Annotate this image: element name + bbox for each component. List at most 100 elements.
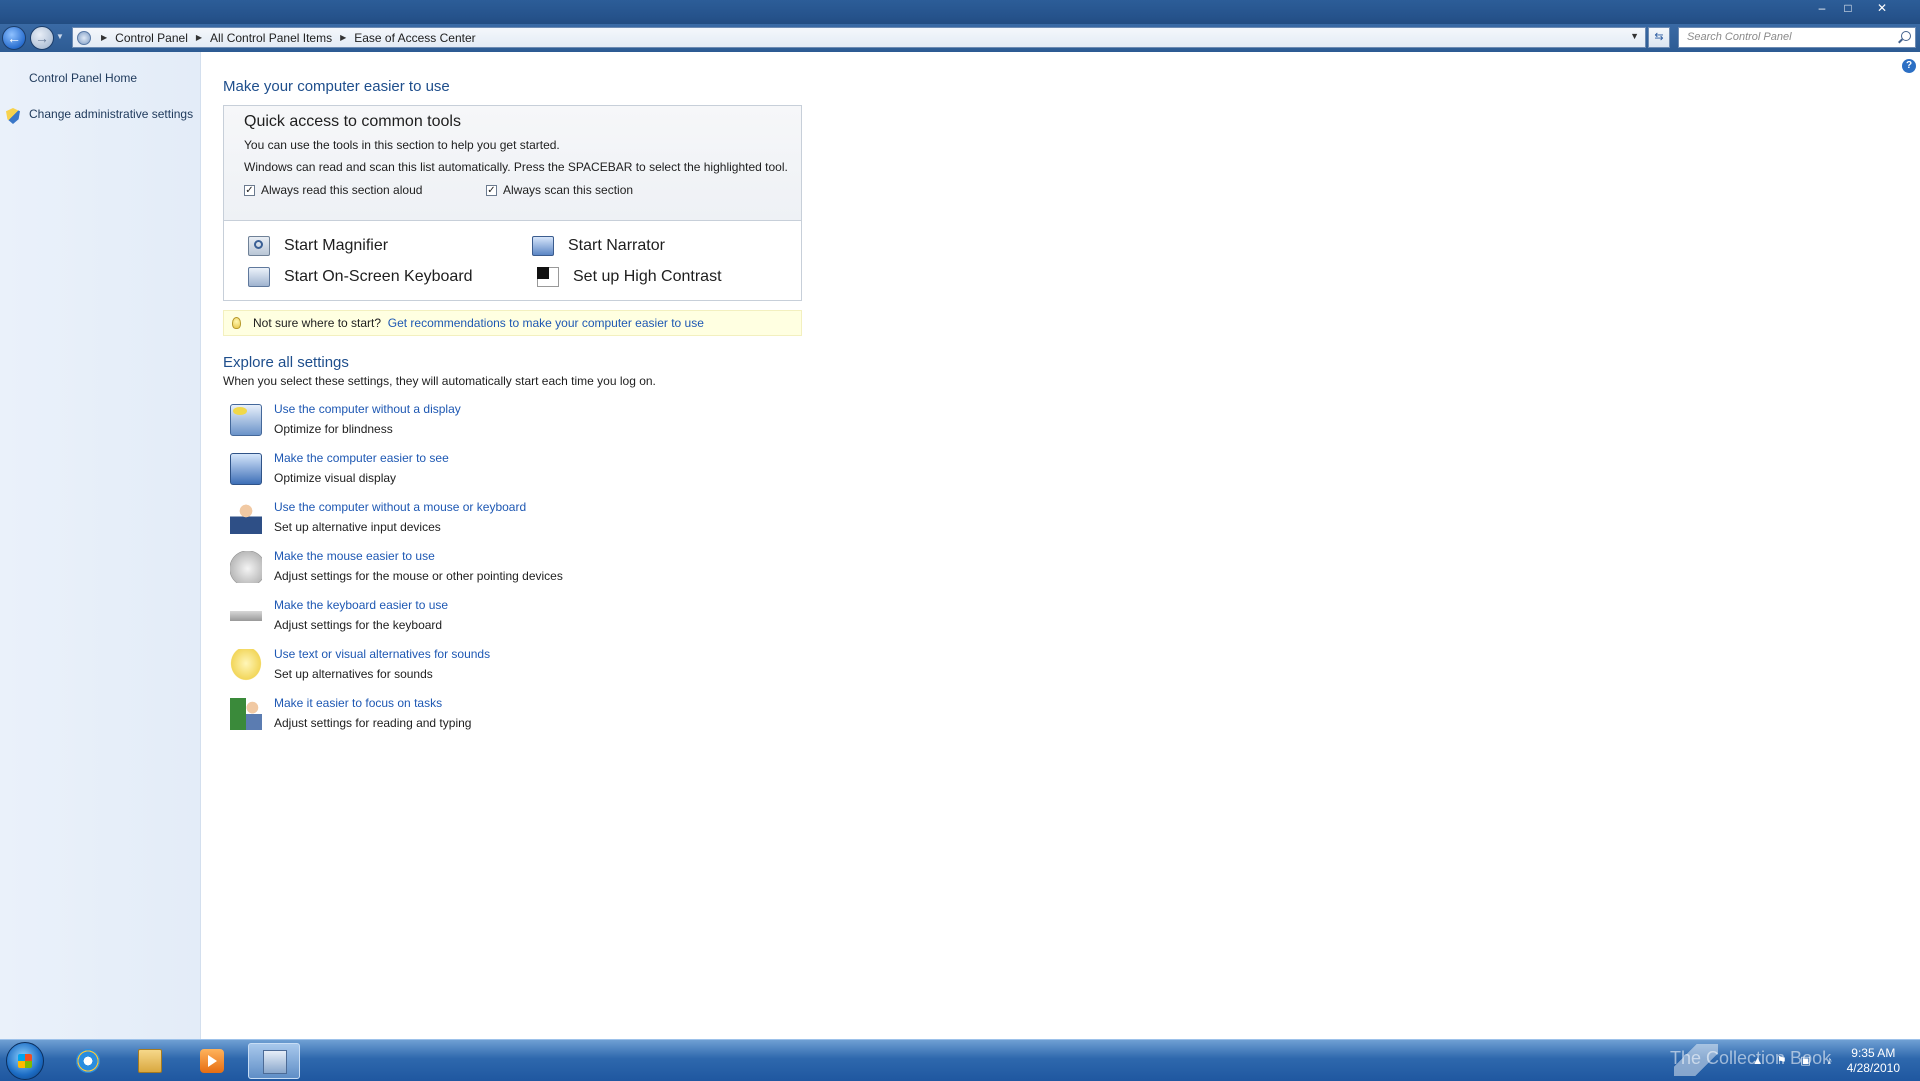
setting-link[interactable]: Use text or visual alternatives for soun… <box>274 647 490 661</box>
taskbar-control-panel[interactable] <box>248 1043 300 1079</box>
recommendation-tip-bar: Not sure where to start? Get recommendat… <box>223 310 802 336</box>
page-title: Make your computer easier to use <box>223 78 450 95</box>
narrator-icon <box>532 236 554 256</box>
setting-link[interactable]: Use the computer without a mouse or keyb… <box>274 500 526 514</box>
help-icon[interactable]: ? <box>1902 59 1916 73</box>
get-recommendations-link[interactable]: Get recommendations to make your compute… <box>388 316 704 330</box>
breadcrumb-chevron-icon[interactable]: ▶ <box>340 33 346 42</box>
setting-description: Adjust settings for the keyboard <box>274 618 443 632</box>
system-tray: ▲ ⚑ ▣ ♪ 9:35 AM 4/28/2010 <box>1751 1040 1900 1081</box>
breadcrumb-chevron-icon[interactable]: ▶ <box>196 33 202 42</box>
setting-description: Adjust settings for reading and typing <box>274 716 472 730</box>
setting-description: Set up alternative input devices <box>274 520 441 534</box>
quick-access-title: Quick access to common tools <box>244 113 461 130</box>
clock[interactable]: 9:35 AM 4/28/2010 <box>1847 1046 1900 1076</box>
maximize-button[interactable]: □ <box>1836 0 1860 16</box>
high-contrast-icon <box>537 267 559 287</box>
quick-access-panel: Quick access to common tools You can use… <box>223 105 802 301</box>
shield-icon <box>6 108 20 124</box>
quick-access-header: Quick access to common tools You can use… <box>224 106 801 221</box>
internet-explorer-icon <box>76 1049 100 1073</box>
setting-description: Optimize visual display <box>274 471 397 485</box>
lightbulb-icon <box>232 317 241 329</box>
close-button[interactable]: ✕ <box>1862 0 1902 16</box>
magnifier-icon <box>248 236 270 256</box>
setting-link[interactable]: Make it easier to focus on tasks <box>274 696 442 710</box>
tip-text: Not sure where to start? <box>253 316 382 330</box>
start-on-screen-keyboard-label: Start On-Screen Keyboard <box>284 268 473 285</box>
taskbar-windows-explorer[interactable] <box>124 1043 176 1079</box>
breadcrumb-chevron-icon[interactable]: ▶ <box>101 33 107 42</box>
start-narrator-label: Start Narrator <box>568 237 665 254</box>
navigation-bar: ← → ▼ ▶ Control Panel ▶ All Control Pane… <box>0 24 1920 52</box>
start-magnifier-button[interactable]: Start Magnifier <box>248 236 388 256</box>
keyboard-icon <box>230 600 262 632</box>
breadcrumb-ease-of-access[interactable]: Ease of Access Center <box>354 31 475 45</box>
read-aloud-checkbox[interactable]: ✓ <box>244 185 255 196</box>
setting-description: Optimize for blindness <box>274 422 393 436</box>
start-magnifier-label: Start Magnifier <box>284 237 389 254</box>
explore-settings-heading: Explore all settings <box>223 354 349 371</box>
person-icon <box>230 502 262 534</box>
explore-settings-description: When you select these settings, they wil… <box>223 374 656 388</box>
scan-label[interactable]: Always scan this section <box>503 183 633 197</box>
control-panel-icon <box>77 30 91 45</box>
search-placeholder: Search Control Panel <box>1687 31 1792 43</box>
setting-focus: Make it easier to focus on tasks Adjust … <box>230 696 830 738</box>
setting-sounds: Use text or visual alternatives for soun… <box>230 647 830 689</box>
volume-icon[interactable]: ♪ <box>1823 1054 1837 1068</box>
refresh-button[interactable]: ⇆ <box>1648 27 1670 48</box>
show-hidden-icons-icon[interactable]: ▲ <box>1751 1054 1765 1068</box>
quick-access-intro: You can use the tools in this section to… <box>244 138 560 152</box>
setting-without-mouse-keyboard: Use the computer without a mouse or keyb… <box>230 500 830 542</box>
set-up-high-contrast-label: Set up High Contrast <box>573 268 722 285</box>
folder-icon <box>138 1049 162 1073</box>
recent-pages-dropdown-icon[interactable]: ▼ <box>56 32 64 41</box>
clock-date: 4/28/2010 <box>1846 1060 1900 1075</box>
breadcrumb-control-panel[interactable]: Control Panel <box>115 31 188 45</box>
scan-checkbox[interactable]: ✓ <box>486 185 497 196</box>
set-up-high-contrast-button[interactable]: Set up High Contrast <box>537 267 722 287</box>
window-controls: – □ ✕ <box>1810 0 1902 18</box>
taskbar-media-player[interactable] <box>186 1043 238 1079</box>
network-icon[interactable]: ▣ <box>1799 1054 1813 1068</box>
back-button[interactable]: ← <box>2 26 26 50</box>
change-admin-settings-link[interactable]: Change administrative settings <box>29 107 193 121</box>
setting-description: Adjust settings for the mouse or other p… <box>274 569 563 583</box>
setting-link[interactable]: Use the computer without a display <box>274 402 461 416</box>
read-aloud-label[interactable]: Always read this section aloud <box>261 183 422 197</box>
minimize-button[interactable]: – <box>1810 0 1834 16</box>
focus-icon <box>230 698 262 730</box>
search-icon[interactable] <box>1901 31 1911 41</box>
setting-link[interactable]: Make the mouse easier to use <box>274 549 435 563</box>
setting-easier-to-see: Make the computer easier to see Optimize… <box>230 451 830 493</box>
taskbar: The Collection Book ▲ ⚑ ▣ ♪ 9:35 AM 4/28… <box>0 1039 1920 1081</box>
setting-link[interactable]: Make the keyboard easier to use <box>274 598 448 612</box>
media-player-icon <box>200 1049 224 1073</box>
taskbar-internet-explorer[interactable] <box>62 1043 114 1079</box>
start-on-screen-keyboard-button[interactable]: Start On-Screen Keyboard <box>248 267 473 287</box>
search-input[interactable]: Search Control Panel <box>1678 27 1916 48</box>
control-panel-home-link[interactable]: Control Panel Home <box>29 71 137 85</box>
on-screen-keyboard-icon <box>248 267 270 287</box>
task-pane: Control Panel Home Change administrative… <box>0 52 201 1039</box>
address-bar[interactable]: ▶ Control Panel ▶ All Control Panel Item… <box>72 27 1646 48</box>
setting-mouse: Make the mouse easier to use Adjust sett… <box>230 549 830 591</box>
breadcrumb-all-items[interactable]: All Control Panel Items <box>210 31 332 45</box>
clock-time: 9:35 AM <box>1851 1045 1896 1060</box>
setting-without-display: Use the computer without a display Optim… <box>230 402 830 444</box>
control-panel-window-icon <box>263 1050 287 1074</box>
setting-link[interactable]: Make the computer easier to see <box>274 451 449 465</box>
speech-bubble-icon <box>230 649 262 681</box>
quick-access-instructions: Windows can read and scan this list auto… <box>244 160 788 174</box>
setting-keyboard: Make the keyboard easier to use Adjust s… <box>230 598 830 640</box>
title-bar: – □ ✕ <box>0 0 1920 27</box>
start-narrator-button[interactable]: Start Narrator <box>532 236 665 256</box>
action-center-flag-icon[interactable]: ⚑ <box>1775 1054 1789 1068</box>
start-button[interactable] <box>6 1042 44 1080</box>
display-icon <box>230 404 262 436</box>
forward-button[interactable]: → <box>30 26 54 50</box>
address-dropdown-icon[interactable]: ▼ <box>1630 31 1639 41</box>
setting-description: Set up alternatives for sounds <box>274 667 433 681</box>
mouse-icon <box>230 551 262 583</box>
